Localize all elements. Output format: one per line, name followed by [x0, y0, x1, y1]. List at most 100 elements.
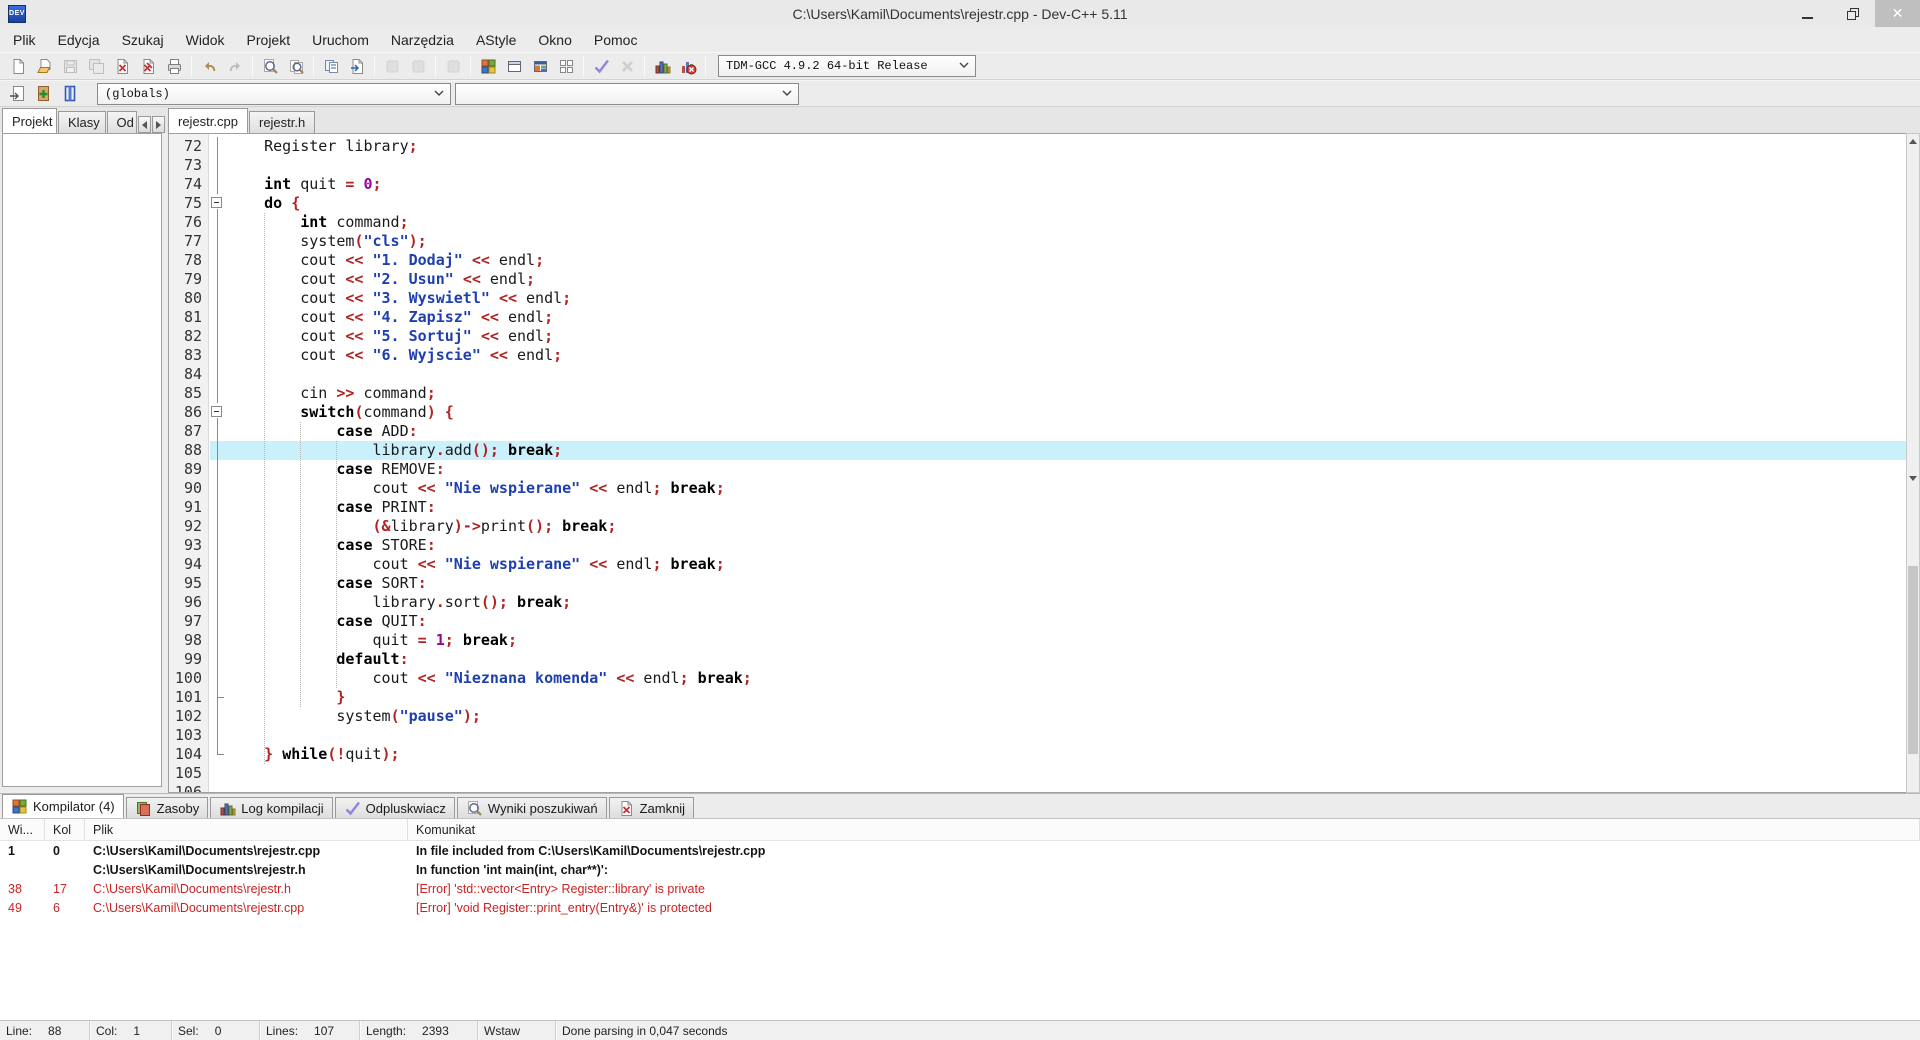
- sidebar-tab-od[interactable]: Od: [107, 111, 137, 133]
- column-header-wi[interactable]: Wi...: [0, 819, 45, 840]
- menu-item-projekt[interactable]: Projekt: [236, 28, 302, 52]
- delete-profiling-button[interactable]: [675, 54, 701, 78]
- class-browser-toggle-button[interactable]: [57, 82, 83, 106]
- open-file-button[interactable]: [31, 54, 57, 78]
- editor-tab-rejestr-h[interactable]: rejestr.h: [249, 111, 315, 133]
- code-editor[interactable]: 7273747576777879808182838485868788899091…: [168, 133, 1906, 793]
- new-project-button[interactable]: [475, 54, 501, 78]
- bottom-tab-kompilator-4-[interactable]: Kompilator (4): [2, 794, 124, 818]
- compiler-message-row[interactable]: 3817C:\Users\Kamil\Documents\rejestr.h[E…: [0, 879, 1920, 898]
- code-line-83[interactable]: cout << "6. Wyjscie" << endl;: [226, 346, 1906, 365]
- code-line-91[interactable]: case PRINT:: [226, 498, 1906, 517]
- code-line-77[interactable]: system("cls");: [226, 232, 1906, 251]
- sidebar-tab-klasy[interactable]: Klasy: [58, 111, 106, 133]
- code-line-98[interactable]: quit = 1; break;: [226, 631, 1906, 650]
- code-fold-margin[interactable]: [209, 134, 226, 792]
- vertical-scrollbar[interactable]: [1906, 133, 1920, 793]
- code-line-95[interactable]: case SORT:: [226, 574, 1906, 593]
- undo-button[interactable]: [196, 54, 222, 78]
- project-close-button[interactable]: [553, 54, 579, 78]
- close-button[interactable]: ✕: [1875, 0, 1920, 27]
- menu-item-szukaj[interactable]: Szukaj: [111, 28, 175, 52]
- code-line-75[interactable]: do {: [226, 194, 1906, 213]
- scrollbar-thumb[interactable]: [1908, 566, 1918, 754]
- code-line-81[interactable]: cout << "4. Zapisz" << endl;: [226, 308, 1906, 327]
- bottom-tab-zasoby[interactable]: Zasoby: [126, 797, 209, 818]
- project-options-button[interactable]: [527, 54, 553, 78]
- code-line-103[interactable]: [226, 726, 1906, 745]
- new-file-button[interactable]: [5, 54, 31, 78]
- code-line-94[interactable]: cout << "Nie wspierane" << endl; break;: [226, 555, 1906, 574]
- add-bookmark-button[interactable]: [31, 82, 57, 106]
- members-select[interactable]: [455, 83, 799, 105]
- close-all-button[interactable]: [135, 54, 161, 78]
- find-in-files-button[interactable]: [283, 54, 309, 78]
- code-line-99[interactable]: default:: [226, 650, 1906, 669]
- column-header-komunikat[interactable]: Komunikat: [408, 819, 1920, 840]
- code-line-90[interactable]: cout << "Nie wspierane" << endl; break;: [226, 479, 1906, 498]
- fold-collapse-icon[interactable]: [211, 197, 222, 208]
- compiler-select[interactable]: TDM-GCC 4.9.2 64-bit Release: [718, 55, 976, 77]
- find-button[interactable]: [257, 54, 283, 78]
- code-line-78[interactable]: cout << "1. Dodaj" << endl;: [226, 251, 1906, 270]
- code-line-72[interactable]: Register library;: [226, 137, 1906, 156]
- code-line-89[interactable]: case REMOVE:: [226, 460, 1906, 479]
- code-line-102[interactable]: system("pause");: [226, 707, 1906, 726]
- bottom-tab-zamknij[interactable]: Zamknij: [609, 797, 695, 818]
- scroll-up-button[interactable]: [1907, 134, 1919, 148]
- replace-button[interactable]: [318, 54, 344, 78]
- column-header-plik[interactable]: Plik: [85, 819, 408, 840]
- goto-declaration-button[interactable]: [5, 82, 31, 106]
- menu-item-narzędzia[interactable]: Narzędzia: [380, 28, 465, 52]
- code-line-79[interactable]: cout << "2. Usun" << endl;: [226, 270, 1906, 289]
- goto-line-button[interactable]: [344, 54, 370, 78]
- sidebar-tab-projekt[interactable]: Projekt: [2, 108, 57, 133]
- code-line-96[interactable]: library.sort(); break;: [226, 593, 1906, 612]
- code-line-82[interactable]: cout << "5. Sortuj" << endl;: [226, 327, 1906, 346]
- code-line-101[interactable]: }: [226, 688, 1906, 707]
- tab-scroll-left-button[interactable]: [138, 116, 151, 133]
- compiler-message-row[interactable]: 10C:\Users\Kamil\Documents\rejestr.cppIn…: [0, 841, 1920, 860]
- profile-analysis-button[interactable]: [649, 54, 675, 78]
- syntax-check-button[interactable]: [588, 54, 614, 78]
- code-line-87[interactable]: case ADD:: [226, 422, 1906, 441]
- fold-collapse-icon[interactable]: [211, 406, 222, 417]
- menu-item-widok[interactable]: Widok: [175, 28, 236, 52]
- print-button[interactable]: [161, 54, 187, 78]
- code-line-100[interactable]: cout << "Nieznana komenda" << endl; brea…: [226, 669, 1906, 688]
- menu-item-plik[interactable]: Plik: [2, 28, 47, 52]
- code-line-104[interactable]: } while(!quit);: [226, 745, 1906, 764]
- code-line-74[interactable]: int quit = 0;: [226, 175, 1906, 194]
- menu-item-edycja[interactable]: Edycja: [47, 28, 111, 52]
- code-line-73[interactable]: [226, 156, 1906, 175]
- editor-tab-rejestr-cpp[interactable]: rejestr.cpp: [168, 108, 248, 133]
- tab-scroll-right-button[interactable]: [152, 116, 165, 133]
- compiler-message-row[interactable]: 496C:\Users\Kamil\Documents\rejestr.cpp[…: [0, 898, 1920, 917]
- code-line-85[interactable]: cin >> command;: [226, 384, 1906, 403]
- code-line-92[interactable]: (&library)->print(); break;: [226, 517, 1906, 536]
- project-window-button[interactable]: [501, 54, 527, 78]
- compiler-message-row[interactable]: C:\Users\Kamil\Documents\rejestr.hIn fun…: [0, 860, 1920, 879]
- code-line-86[interactable]: switch(command) {: [226, 403, 1906, 422]
- menu-item-astyle[interactable]: AStyle: [465, 28, 527, 52]
- code-line-84[interactable]: [226, 365, 1906, 384]
- code-line-106[interactable]: [226, 783, 1906, 793]
- minimize-button[interactable]: [1785, 0, 1830, 27]
- column-header-kol[interactable]: Kol: [45, 819, 85, 840]
- code-line-93[interactable]: case STORE:: [226, 536, 1906, 555]
- globals-select[interactable]: (globals): [97, 83, 451, 105]
- menu-item-okno[interactable]: Okno: [527, 28, 582, 52]
- bottom-tab-wyniki-poszukiwań[interactable]: Wyniki poszukiwań: [457, 797, 607, 818]
- bottom-tab-odpluskwiacz[interactable]: Odpluskwiacz: [335, 797, 455, 818]
- close-file-button[interactable]: [109, 54, 135, 78]
- scroll-down-button[interactable]: [1907, 148, 1919, 162]
- code-text-area[interactable]: Register library; int quit = 0; do { int…: [226, 134, 1906, 792]
- restore-button[interactable]: [1830, 0, 1875, 27]
- code-line-97[interactable]: case QUIT:: [226, 612, 1906, 631]
- menu-item-uruchom[interactable]: Uruchom: [301, 28, 380, 52]
- code-line-88[interactable]: library.add(); break;: [226, 441, 1906, 460]
- code-line-105[interactable]: [226, 764, 1906, 783]
- code-line-76[interactable]: int command;: [226, 213, 1906, 232]
- bottom-tab-log-kompilacji[interactable]: Log kompilacji: [210, 797, 332, 818]
- menu-item-pomoc[interactable]: Pomoc: [583, 28, 649, 52]
